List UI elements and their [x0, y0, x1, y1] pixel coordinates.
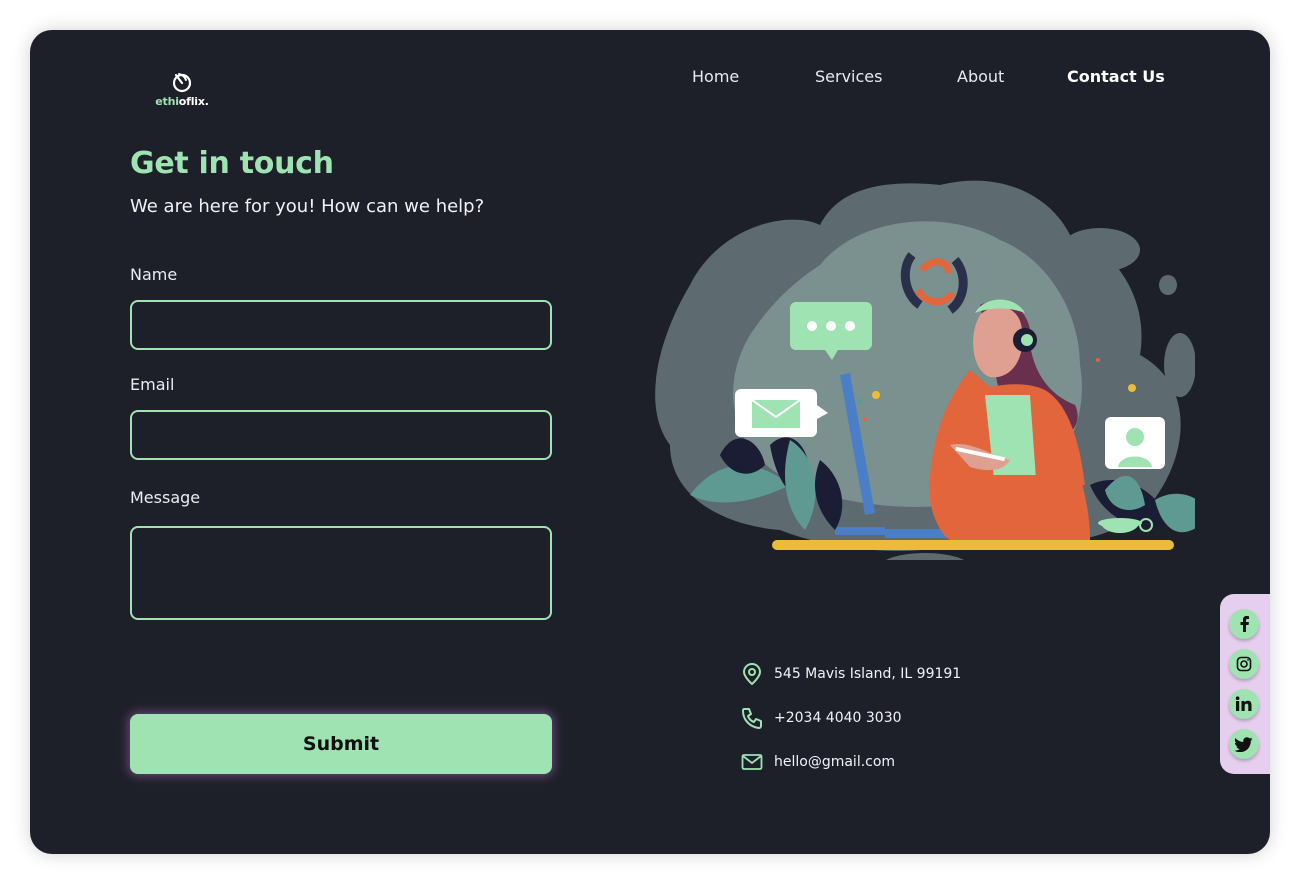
email-text: hello@gmail.com [774, 754, 896, 770]
email-label: Email [130, 375, 175, 394]
address-text: 545 Mavis Island, IL 99191 [774, 666, 962, 682]
mail-icon [740, 750, 764, 774]
name-field[interactable] [130, 300, 552, 350]
name-label: Name [130, 265, 178, 284]
message-label: Message [130, 488, 201, 507]
message-field[interactable] [130, 526, 552, 620]
contact-phone[interactable]: +2034 4040 3030 [740, 706, 902, 730]
top-nav: Home Services About Contact Us [30, 67, 1270, 89]
nav-item-services[interactable]: Services [815, 67, 882, 86]
instagram-icon[interactable] [1229, 649, 1259, 679]
page-title: Get in touch [130, 146, 334, 181]
contact-email[interactable]: hello@gmail.com [740, 750, 895, 774]
page-subtitle: We are here for you! How can we help? [130, 196, 485, 217]
nav-item-about[interactable]: About [957, 67, 1004, 86]
linkedin-icon[interactable] [1229, 689, 1259, 719]
phone-text: +2034 4040 3030 [774, 710, 902, 726]
facebook-icon[interactable] [1229, 609, 1259, 639]
contact-address: 545 Mavis Island, IL 99191 [740, 662, 961, 686]
brand-name: ethioflix. [155, 95, 209, 108]
customer-support-illustration [655, 180, 1195, 560]
location-pin-icon [740, 662, 764, 686]
nav-item-home[interactable]: Home [692, 67, 739, 86]
social-panel [1220, 594, 1270, 774]
twitter-icon[interactable] [1229, 729, 1259, 759]
email-field[interactable] [130, 410, 552, 460]
contact-card: ethioflix. Home Services About Contact U… [30, 30, 1270, 854]
nav-item-contact-us[interactable]: Contact Us [1067, 67, 1165, 86]
submit-button[interactable]: Submit [130, 714, 552, 774]
phone-icon [740, 706, 764, 730]
